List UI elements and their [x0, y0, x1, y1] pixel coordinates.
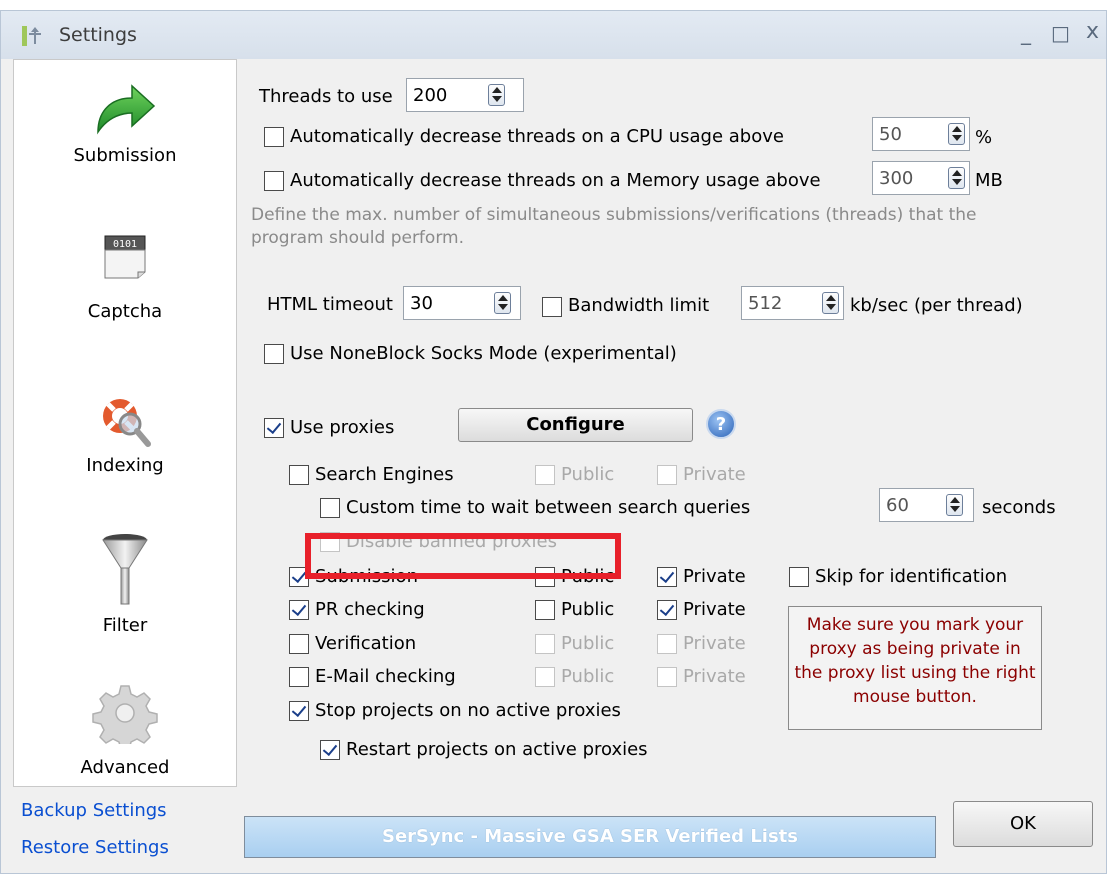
bandwidth-label: Bandwidth limit	[568, 295, 710, 316]
search-engines-private-label: Private	[683, 464, 746, 485]
restore-settings-link[interactable]: Restore Settings	[21, 837, 169, 858]
sidebar-item-captcha[interactable]: 0101 Captcha	[14, 232, 236, 322]
stop-projects-label: Stop projects on no active proxies	[315, 700, 621, 721]
cpu-label: Automatically decrease threads on a CPU …	[290, 126, 784, 147]
verification-checkbox[interactable]	[289, 634, 309, 654]
svg-text:0101: 0101	[113, 239, 137, 250]
captcha-icon: 0101	[104, 235, 146, 279]
private-proxy-note: Make sure you mark your proxy as being p…	[788, 606, 1042, 730]
sidebar-item-label: Submission	[73, 145, 177, 166]
custom-wait-label: Custom time to wait between search queri…	[346, 497, 751, 518]
funnel-icon	[102, 534, 148, 605]
restart-projects-label: Restart projects on active proxies	[346, 739, 648, 760]
pr-private-checkbox[interactable]	[657, 600, 677, 620]
sersync-banner[interactable]: SerSync - Massive GSA SER Verified Lists	[244, 816, 936, 858]
sidebar-item-label: Indexing	[86, 455, 164, 476]
threads-label: Threads to use	[259, 86, 393, 107]
custom-wait-spinner[interactable]	[946, 494, 963, 516]
verification-private-label: Private	[683, 633, 746, 654]
sidebar-item-label: Filter	[102, 615, 148, 636]
verification-label: Verification	[315, 633, 417, 654]
memory-spinner[interactable]	[948, 167, 965, 189]
html-timeout-spinner[interactable]	[494, 292, 511, 314]
custom-wait-unit: seconds	[982, 497, 1056, 518]
settings-window: Settings _ □ x Submission 0101 Captcha I…	[0, 10, 1107, 874]
use-proxies-label: Use proxies	[290, 417, 395, 438]
pr-checking-checkbox[interactable]	[289, 600, 309, 620]
noneblock-checkbox[interactable]	[264, 344, 284, 364]
pr-checking-label: PR checking	[315, 599, 425, 620]
search-engines-public-label: Public	[561, 464, 615, 485]
sidebar-item-label: Advanced	[80, 757, 170, 778]
gear-icon	[92, 685, 158, 751]
sidebar-item-advanced[interactable]: Advanced	[14, 680, 236, 778]
search-engines-label: Search Engines	[315, 464, 454, 485]
sidebar-item-filter[interactable]: Filter	[14, 530, 236, 636]
cpu-spinner[interactable]	[948, 123, 965, 145]
stop-projects-checkbox[interactable]	[289, 701, 309, 721]
bandwidth-unit: kb/sec (per thread)	[850, 295, 1023, 316]
pr-public-label: Public	[561, 599, 615, 620]
sidebar-item-indexing[interactable]: Indexing	[14, 390, 236, 476]
skip-identification-checkbox[interactable]	[789, 567, 809, 587]
verification-public-checkbox[interactable]	[535, 634, 555, 654]
bandwidth-spinner[interactable]	[822, 292, 839, 314]
configure-button[interactable]: Configure	[458, 408, 693, 442]
custom-wait-checkbox[interactable]	[320, 498, 340, 518]
email-private-label: Private	[683, 666, 746, 687]
minimize-button[interactable]: _	[1021, 21, 1031, 45]
threads-description: Define the max. number of simultaneous s…	[251, 205, 977, 248]
verification-public-label: Public	[561, 633, 615, 654]
skip-identification-label: Skip for identification	[815, 566, 1008, 587]
memory-label: Automatically decrease threads on a Memo…	[290, 170, 821, 191]
search-engines-private-checkbox[interactable]	[657, 465, 677, 485]
cpu-checkbox[interactable]	[264, 127, 284, 147]
search-engines-public-checkbox[interactable]	[535, 465, 555, 485]
lifebuoy-magnifier-icon	[103, 399, 151, 447]
cpu-unit: %	[975, 127, 993, 148]
green-arrow-icon	[97, 84, 156, 135]
close-button[interactable]: x	[1086, 19, 1099, 44]
verification-private-checkbox[interactable]	[657, 634, 677, 654]
email-checking-label: E-Mail checking	[315, 666, 456, 687]
sidebar: Submission 0101 Captcha Indexing Filter …	[13, 59, 237, 787]
highlight-box	[305, 533, 621, 579]
html-timeout-label: HTML timeout	[267, 294, 393, 315]
bandwidth-checkbox[interactable]	[542, 297, 562, 317]
restart-projects-checkbox[interactable]	[320, 740, 340, 760]
noneblock-label: Use NoneBlock Socks Mode (experimental)	[290, 343, 677, 364]
sidebar-item-label: Captcha	[87, 301, 163, 322]
maximize-button[interactable]: □	[1051, 21, 1070, 45]
backup-settings-link[interactable]: Backup Settings	[21, 800, 167, 821]
settings-title-icon	[22, 26, 41, 46]
pr-public-checkbox[interactable]	[535, 600, 555, 620]
ok-button[interactable]: OK	[953, 801, 1093, 847]
help-icon[interactable]: ?	[706, 409, 736, 439]
memory-unit: MB	[975, 170, 1003, 191]
window-title: Settings	[59, 24, 137, 46]
threads-input[interactable]: 200	[406, 78, 524, 112]
email-private-checkbox[interactable]	[657, 667, 677, 687]
title-bar: Settings _ □ x	[1, 11, 1106, 59]
threads-spinner[interactable]	[488, 84, 505, 106]
email-public-checkbox[interactable]	[535, 667, 555, 687]
submission-private-checkbox[interactable]	[657, 567, 677, 587]
email-checking-checkbox[interactable]	[289, 667, 309, 687]
memory-checkbox[interactable]	[264, 171, 284, 191]
pr-private-label: Private	[683, 599, 746, 620]
sidebar-item-submission[interactable]: Submission	[14, 80, 236, 166]
search-engines-checkbox[interactable]	[289, 465, 309, 485]
submission-private-label: Private	[683, 566, 746, 587]
email-public-label: Public	[561, 666, 615, 687]
use-proxies-checkbox[interactable]	[264, 418, 284, 438]
